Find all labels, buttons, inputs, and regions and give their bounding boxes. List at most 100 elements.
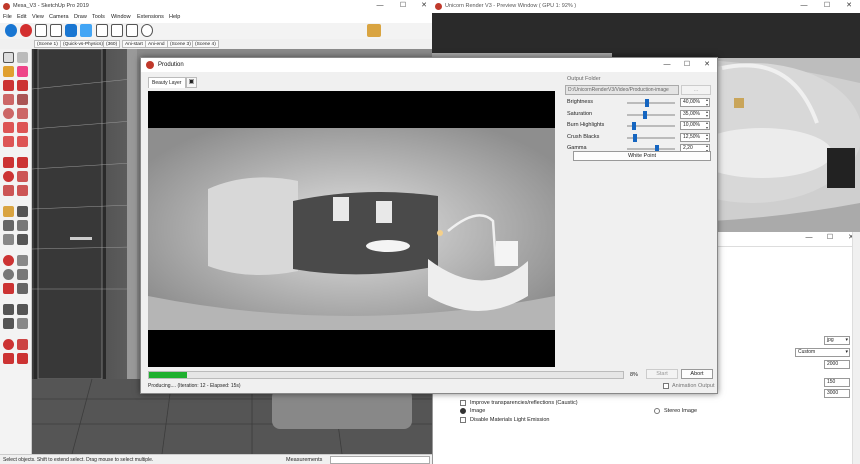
arc-icon[interactable]: [3, 122, 14, 133]
extension-warehouse-icon[interactable]: [17, 339, 28, 350]
previous-view-icon[interactable]: [17, 283, 28, 294]
white-point-button[interactable]: White Point: [573, 151, 711, 161]
measurements-input[interactable]: [330, 456, 430, 464]
pie-icon[interactable]: [17, 136, 28, 147]
dropper-icon[interactable]: [50, 24, 62, 37]
camera-icon[interactable]: [96, 24, 108, 37]
abort-button[interactable]: Abort: [681, 369, 713, 379]
offset-icon[interactable]: [17, 185, 28, 196]
output-folder-field[interactable]: D:/UnicornRenderV3/Video/Production-imag…: [565, 85, 679, 95]
menu-view[interactable]: View: [32, 14, 44, 20]
animation-output-checkbox[interactable]: [663, 383, 669, 389]
rectangle-icon[interactable]: [3, 94, 14, 105]
scale-icon[interactable]: [3, 185, 14, 196]
maximize-button[interactable]: ☐: [393, 0, 413, 13]
text-icon[interactable]: [17, 220, 28, 231]
param-spinner[interactable]: 10,00% ▴ ▾: [680, 120, 710, 130]
spinner-arrows-icon[interactable]: ▴ ▾: [706, 120, 708, 130]
layout-icon[interactable]: [3, 353, 14, 364]
param-spinner[interactable]: 40,00% ▴ ▾: [680, 97, 710, 107]
move-icon[interactable]: [3, 157, 14, 168]
globe-icon[interactable]: [141, 24, 153, 37]
spinner-2[interactable]: 3000: [824, 389, 850, 398]
scene-tab-ani-start[interactable]: Ani-start: [122, 40, 146, 48]
preview-maximize-button[interactable]: ☐: [817, 0, 837, 13]
pan-icon[interactable]: [17, 255, 28, 266]
save-image-icon[interactable]: ▣: [186, 77, 197, 88]
axes-icon[interactable]: [3, 234, 14, 245]
spinner-arrows-icon[interactable]: ▴ ▾: [706, 97, 708, 107]
zoom-window-icon[interactable]: [17, 269, 28, 280]
scene-tab-ani-end[interactable]: Ani-end: [145, 40, 168, 48]
minimize-button[interactable]: —: [370, 0, 390, 13]
param-slider-thumb[interactable]: [632, 133, 637, 142]
param-spinner[interactable]: 35,00% ▴ ▾: [680, 109, 710, 119]
menu-edit[interactable]: Edit: [17, 14, 26, 20]
param-slider-track[interactable]: [627, 148, 675, 150]
freehand-icon[interactable]: [17, 80, 28, 91]
preview-minimize-button[interactable]: —: [794, 0, 814, 13]
preset-select[interactable]: Custom ▾: [795, 348, 850, 357]
look-around-icon[interactable]: [17, 304, 28, 315]
format-select[interactable]: jpg ▾: [824, 336, 850, 345]
caustic-checkbox[interactable]: [460, 400, 466, 406]
spinner-arrows-icon[interactable]: ▴ ▾: [706, 132, 708, 142]
menu-help[interactable]: Help: [169, 14, 180, 20]
line-tool-icon[interactable]: [3, 80, 14, 91]
browse-button[interactable]: ...: [681, 85, 711, 95]
orbit-icon[interactable]: [3, 255, 14, 266]
3d-text-icon[interactable]: [17, 234, 28, 245]
push-pull-icon[interactable]: [17, 157, 28, 168]
image-radio[interactable]: [460, 408, 466, 414]
scene-tab-1[interactable]: (Scene 1): [34, 40, 61, 48]
tab-beauty-layer[interactable]: Beauty Layer: [148, 77, 186, 88]
rotated-rect-icon[interactable]: [17, 94, 28, 105]
scene-tab-4[interactable]: (Scene 4): [192, 40, 219, 48]
lightning-icon[interactable]: [80, 24, 92, 37]
scene-tab-quick[interactable]: (Quick-vs-Physics): [60, 40, 106, 48]
production-maximize-button[interactable]: ☐: [677, 59, 697, 72]
spinner-arrows-icon[interactable]: ▴ ▾: [706, 109, 708, 119]
settings-maximize-button[interactable]: ☐: [820, 232, 840, 245]
paint-bucket-icon[interactable]: [3, 66, 14, 77]
arc2-icon[interactable]: [17, 122, 28, 133]
image-icon[interactable]: [111, 24, 123, 37]
protractor-icon[interactable]: [3, 220, 14, 231]
refresh-icon[interactable]: [65, 24, 77, 37]
eraser-icon[interactable]: [17, 66, 28, 77]
select-tool-icon[interactable]: [3, 52, 14, 63]
spinner-1[interactable]: 150: [824, 378, 850, 387]
menu-tools[interactable]: Tools: [92, 14, 105, 20]
crop-icon[interactable]: [35, 24, 47, 37]
settings-scrollbar[interactable]: [852, 232, 860, 464]
menu-extensions[interactable]: Extensions: [137, 14, 164, 20]
circle-icon[interactable]: [3, 108, 14, 119]
production-minimize-button[interactable]: —: [657, 59, 677, 72]
menu-file[interactable]: File: [3, 14, 12, 20]
production-render-view[interactable]: [148, 91, 555, 367]
tape-measure-icon[interactable]: [3, 206, 14, 217]
dimension-icon[interactable]: [17, 206, 28, 217]
menu-draw[interactable]: Draw: [74, 14, 87, 20]
stereo-radio[interactable]: [654, 408, 660, 414]
walk-icon[interactable]: [3, 318, 14, 329]
arc3-icon[interactable]: [3, 136, 14, 147]
unicorn-render-icon[interactable]: [20, 24, 32, 37]
component-tool-icon[interactable]: [17, 52, 28, 63]
close-button[interactable]: ✕: [414, 0, 432, 13]
production-close-button[interactable]: ✕: [697, 59, 717, 72]
scene-tab-3[interactable]: (Scene 3): [167, 40, 194, 48]
component-box-icon[interactable]: [367, 24, 381, 37]
preview-close-button[interactable]: ✕: [839, 0, 859, 13]
scene-tab-360[interactable]: (360): [103, 40, 121, 48]
section-plane-icon[interactable]: [17, 318, 28, 329]
param-slider-track[interactable]: [627, 113, 675, 116]
param-slider-track[interactable]: [627, 102, 675, 104]
param-slider-thumb[interactable]: [643, 110, 648, 119]
param-slider-thumb[interactable]: [645, 99, 650, 107]
disable-light-checkbox[interactable]: [460, 417, 466, 423]
zoom-extents-icon[interactable]: [3, 283, 14, 294]
tuning-icon[interactable]: [126, 24, 138, 37]
ruby-icon[interactable]: [17, 353, 28, 364]
menu-window[interactable]: Window: [111, 14, 131, 20]
